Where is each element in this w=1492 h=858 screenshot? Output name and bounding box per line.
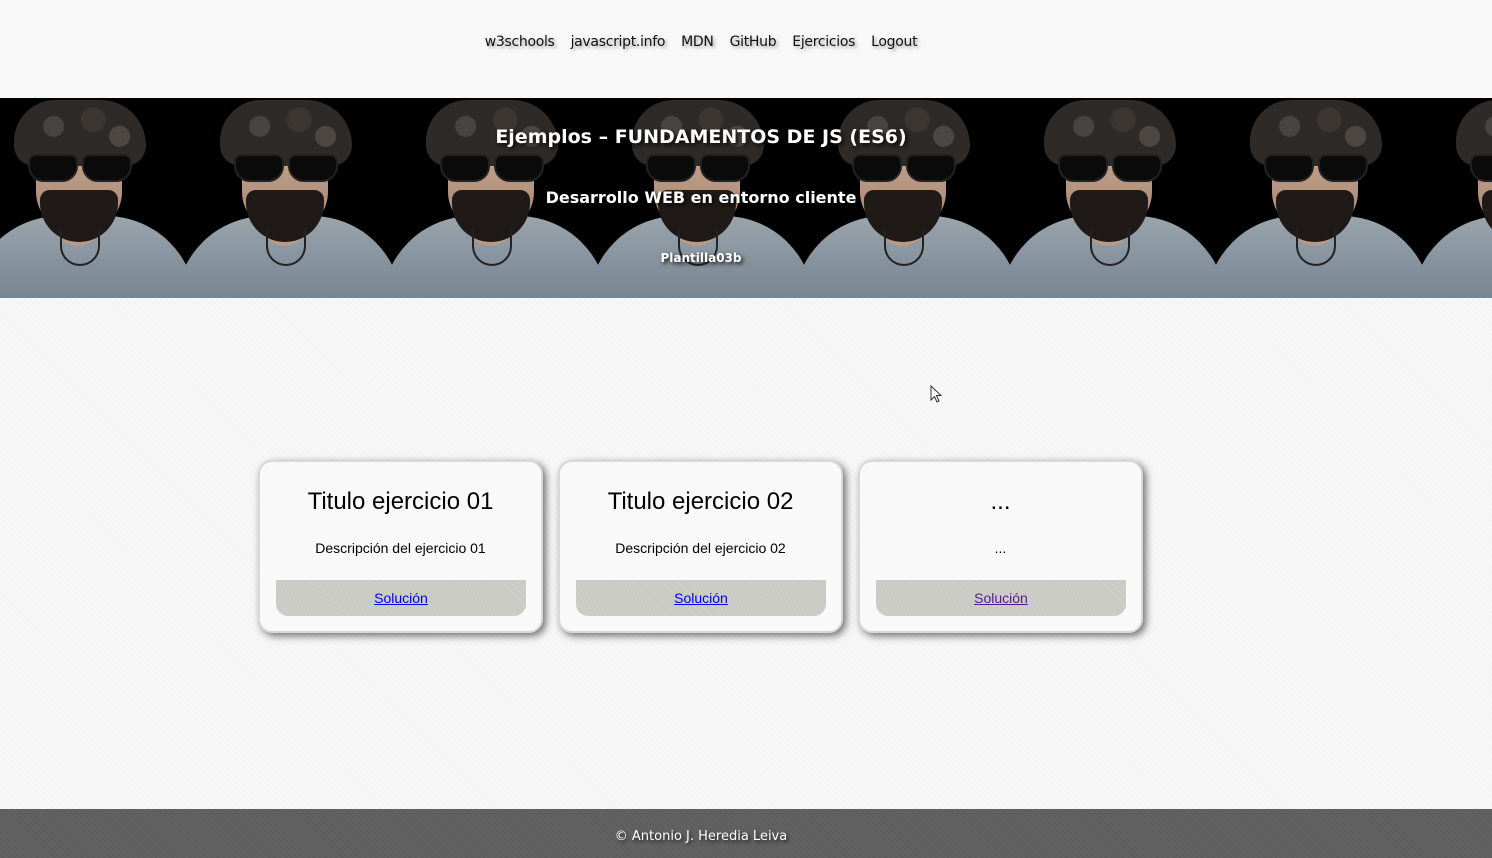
solution-link[interactable]: Solución: [974, 590, 1028, 606]
page-subtitle: Desarrollo WEB en entorno cliente: [545, 188, 857, 207]
card-title: Titulo ejercicio 01: [307, 488, 494, 515]
exercise-card: Titulo ejercicio 02 Descripción del ejer…: [558, 460, 843, 633]
card-description: Descripción del ejercicio 02: [615, 540, 786, 556]
solution-link[interactable]: Solución: [674, 590, 728, 606]
nav-links: w3schools javascript.info MDN GitHub Eje…: [0, 33, 1402, 51]
card-title: Titulo ejercicio 02: [607, 488, 794, 515]
hero-banner: Ejemplos – FUNDAMENTOS DE JS (ES6) Desar…: [0, 98, 1492, 298]
portrait-photo-icon: [1422, 98, 1492, 298]
solution-link[interactable]: Solución: [374, 590, 428, 606]
card-footer: Solución: [576, 580, 826, 616]
nav-link-javascript-info[interactable]: javascript.info: [571, 34, 666, 50]
nav-link-w3schools[interactable]: w3schools: [485, 34, 555, 50]
exercise-card: Titulo ejercicio 01 Descripción del ejer…: [258, 460, 543, 633]
top-navigation: w3schools javascript.info MDN GitHub Eje…: [0, 0, 1492, 98]
card-description: ...: [994, 540, 1007, 556]
card-description: Descripción del ejercicio 01: [315, 540, 486, 556]
nav-link-github[interactable]: GitHub: [730, 34, 777, 50]
nav-link-mdn[interactable]: MDN: [681, 34, 714, 50]
card-footer: Solución: [876, 580, 1126, 616]
nav-link-ejercicios[interactable]: Ejercicios: [792, 34, 855, 50]
mouse-cursor-icon: [930, 385, 943, 403]
nav-link-logout[interactable]: Logout: [871, 34, 917, 50]
copyright-text: © Antonio J. Heredia Leiva: [614, 829, 788, 844]
card-title: ...: [990, 488, 1011, 515]
page-title: Ejemplos – FUNDAMENTOS DE JS (ES6): [495, 126, 907, 148]
exercise-cards: Titulo ejercicio 01 Descripción del ejer…: [258, 460, 1143, 633]
page-footer: © Antonio J. Heredia Leiva: [0, 809, 1492, 858]
exercise-card: ... ... Solución: [858, 460, 1143, 633]
hero-text: Ejemplos – FUNDAMENTOS DE JS (ES6) Desar…: [0, 98, 1402, 298]
card-footer: Solución: [276, 580, 526, 616]
template-name: Plantilla03b: [660, 251, 742, 265]
